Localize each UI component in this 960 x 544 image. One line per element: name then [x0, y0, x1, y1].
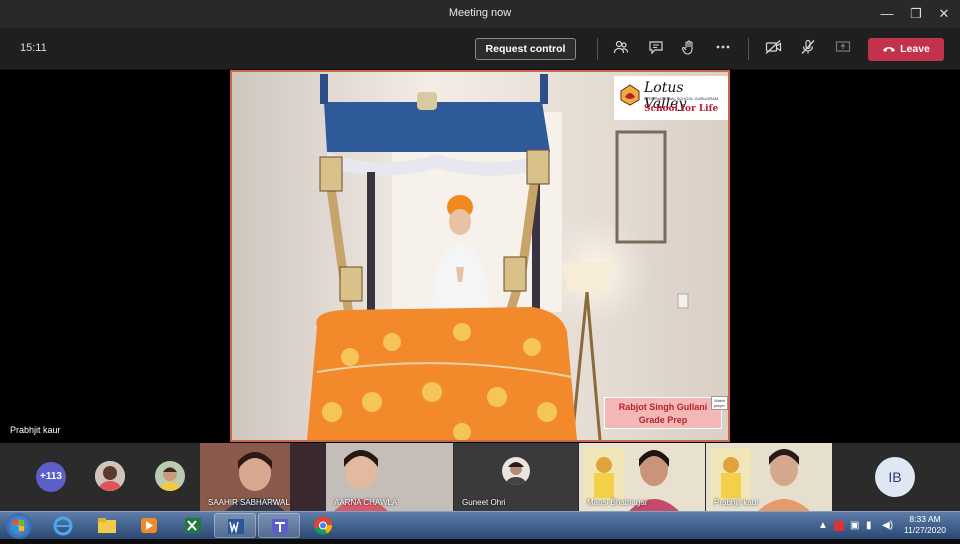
chat-icon[interactable] [646, 39, 666, 59]
participant-initials-avatar[interactable]: IB [875, 457, 915, 497]
participant-tile[interactable]: SAAHIR SABHARWAL [200, 443, 325, 511]
taskbar-chrome[interactable] [302, 513, 344, 538]
windows-taskbar: ▲ ▣ ▮ ◀) 8:33 AM 11/27/2020 [0, 511, 960, 539]
meeting-timer: 15:11 [20, 42, 47, 54]
taskbar-media-player[interactable] [128, 513, 170, 538]
maximize-icon[interactable]: ❐ [905, 4, 927, 24]
close-icon[interactable]: ✕ [933, 4, 955, 24]
taskbar-excel[interactable] [172, 513, 214, 538]
participant-tile[interactable]: Mansi Bhatnagar [579, 443, 705, 511]
participant-avatar [502, 457, 530, 485]
participant-tile[interactable]: AARNA CHAWLA [326, 443, 453, 511]
internet-explorer-icon [53, 516, 73, 536]
participant-name: Mansi Bhatnagar [587, 498, 648, 507]
toolbar-divider [748, 38, 749, 60]
school-logo: Lotus Valley INTERNATIONAL SCHOOL GURUGR… [614, 76, 728, 120]
video-frame-image [232, 72, 728, 440]
participant-avatar[interactable] [95, 461, 125, 491]
window-titlebar: Meeting now — ❐ ✕ [0, 0, 960, 28]
tray-network-icon[interactable]: ▮ [866, 520, 872, 531]
main-stage: Lotus Valley INTERNATIONAL SCHOOL GURUGR… [0, 70, 960, 443]
participant-name: Guneet Ohri [462, 498, 506, 507]
participant-name: Prabhjit kaur [714, 498, 759, 507]
participant-tile[interactable]: Guneet Ohri [454, 443, 578, 511]
taskbar-ie[interactable] [42, 513, 84, 538]
word-icon [228, 519, 244, 534]
hang-up-icon [883, 47, 896, 53]
windows-logo-icon [13, 520, 24, 531]
raise-hand-icon[interactable] [679, 39, 699, 59]
excel-icon [185, 518, 201, 533]
logo-tagline: School for Life [644, 104, 719, 114]
taskbar-teams[interactable] [258, 513, 300, 538]
tray-flag-icon[interactable] [834, 521, 844, 531]
leave-label: Leave [900, 43, 930, 55]
presenter-name: Prabhjit kaur [10, 425, 61, 435]
clock-date: 11/27/2020 [904, 525, 946, 535]
chrome-icon [314, 516, 333, 535]
meeting-toolbar: 15:11 Request control Leave [0, 28, 960, 70]
more-options-icon[interactable] [713, 39, 733, 59]
more-participants-badge[interactable]: +113 [36, 462, 66, 492]
lotus-emblem-icon [620, 84, 640, 106]
camera-off-icon[interactable] [764, 39, 784, 59]
taskbar-explorer[interactable] [86, 513, 128, 538]
participants-icon[interactable] [611, 39, 631, 59]
tray-volume-icon[interactable]: ◀) [882, 520, 893, 531]
clock-time: 8:33 AM [909, 514, 941, 524]
toolbar-divider [597, 38, 598, 60]
teams-icon [272, 519, 288, 534]
leave-button[interactable]: Leave [868, 38, 944, 61]
student-name: Rabjot Singh Gullani [618, 402, 708, 412]
participant-name: AARNA CHAWLA [334, 498, 398, 507]
participant-name: SAAHIR SABHARWAL [208, 498, 290, 507]
video-tooltip: Watch player [711, 396, 728, 410]
taskbar-word[interactable] [214, 513, 256, 538]
tray-device-icon[interactable]: ▣ [850, 520, 859, 531]
shared-video[interactable]: Lotus Valley INTERNATIONAL SCHOOL GURUGR… [230, 70, 730, 442]
window-title: Meeting now [448, 7, 512, 19]
minimize-icon[interactable]: — [876, 4, 898, 24]
folder-icon [98, 518, 116, 533]
participant-tile[interactable]: Prabhjit kaur [706, 443, 832, 511]
request-control-button[interactable]: Request control [475, 38, 576, 60]
mic-off-icon[interactable] [798, 39, 818, 59]
logo-subtitle: INTERNATIONAL SCHOOL GURUGRAM [644, 96, 719, 101]
student-grade: Grade Prep [638, 415, 688, 425]
media-player-icon [141, 518, 157, 533]
system-clock[interactable]: 8:33 AM 11/27/2020 [900, 514, 950, 536]
student-name-card: Rabjot Singh Gullani Grade Prep [604, 397, 722, 429]
start-button[interactable] [6, 513, 32, 539]
share-screen-icon[interactable] [833, 39, 853, 59]
participant-avatar[interactable] [155, 461, 185, 491]
tray-arrow-icon[interactable]: ▲ [818, 520, 828, 531]
participant-strip: +113 SAAHIR SABHARWAL AARNA CHAWLA Gunee… [0, 443, 960, 511]
